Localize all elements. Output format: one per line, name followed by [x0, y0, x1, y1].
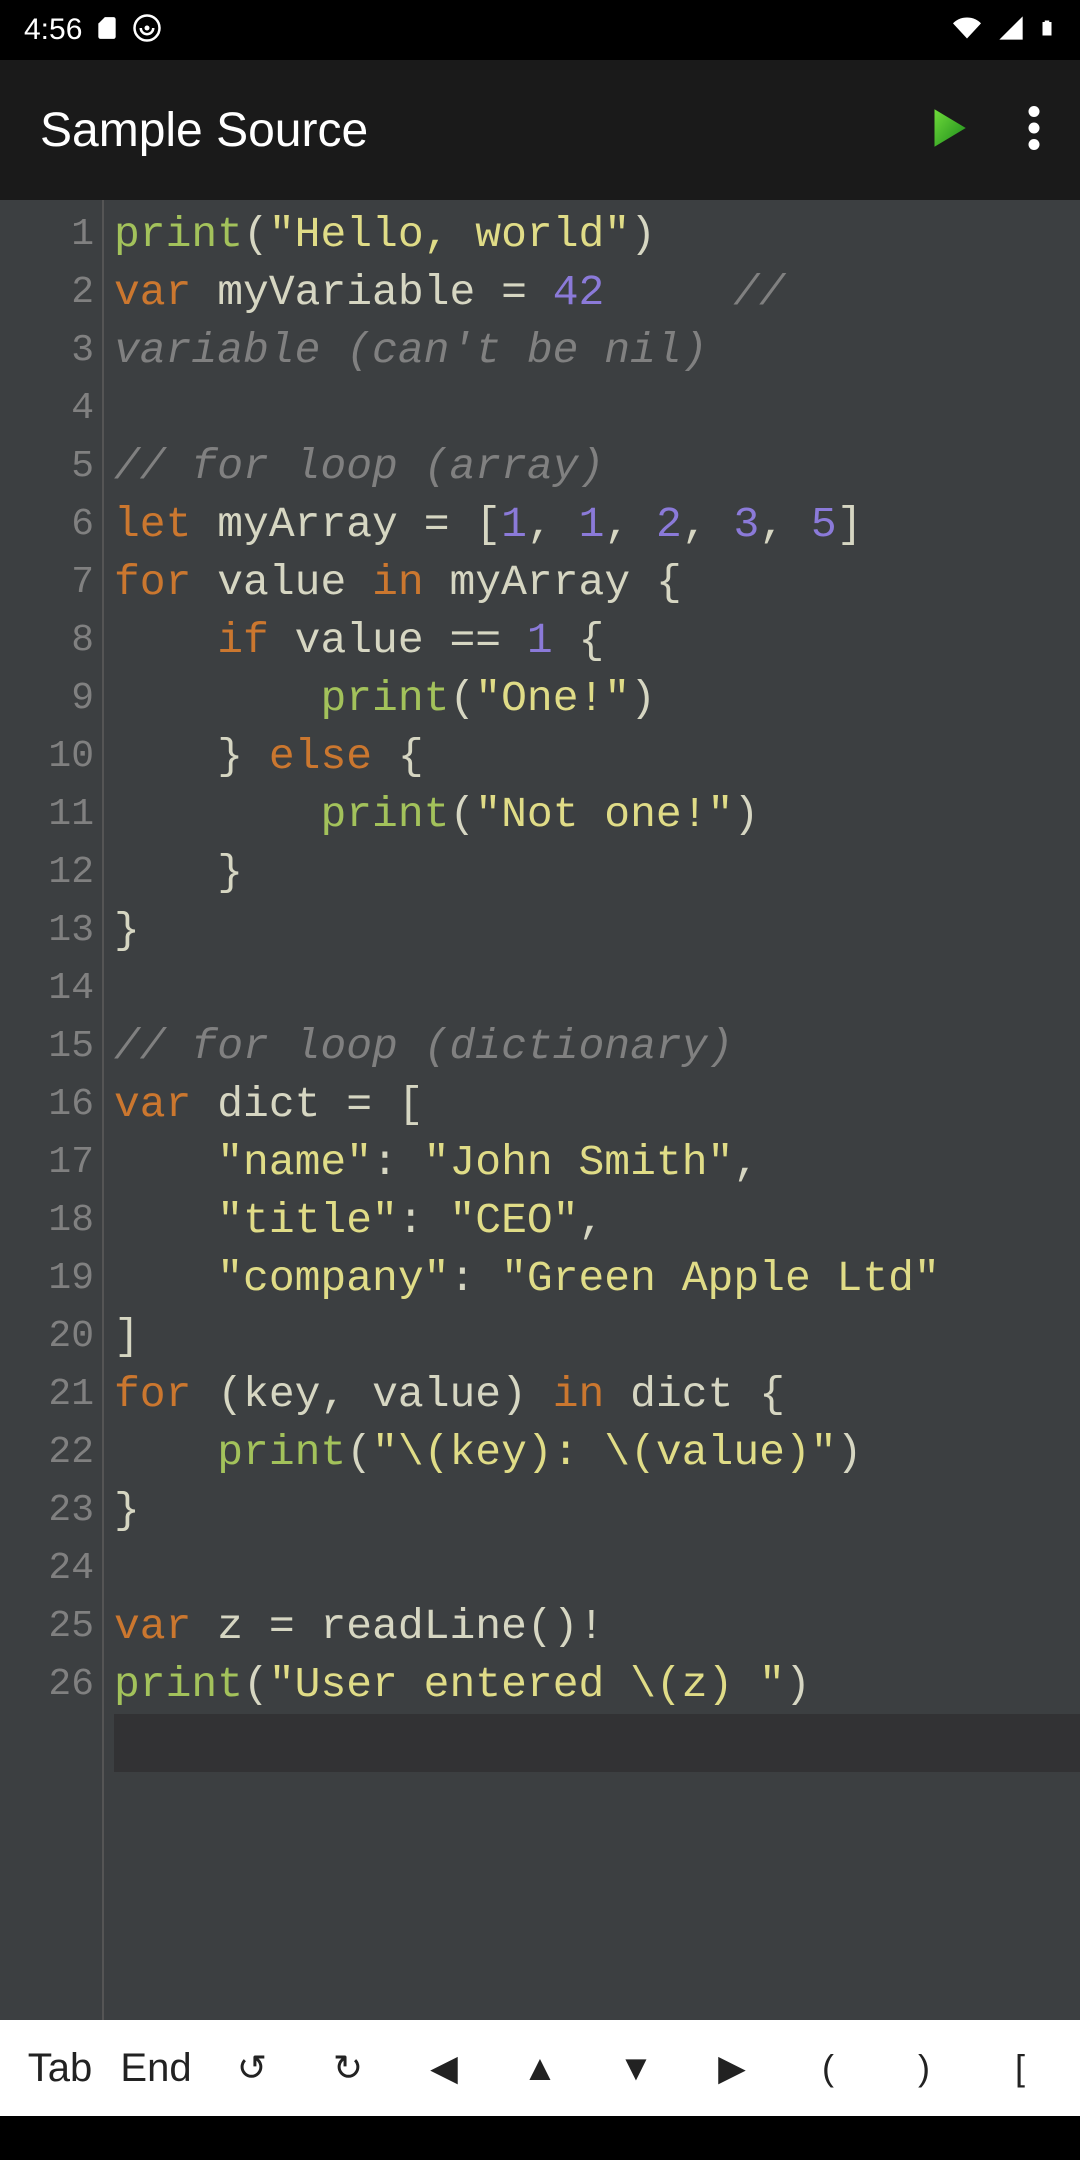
code-line[interactable]: "company": "Green Apple Ltd"	[114, 1250, 1080, 1308]
line-number: 26	[0, 1656, 94, 1714]
code-line[interactable]	[114, 960, 1080, 1018]
editor-key[interactable]: Tab	[12, 2046, 108, 2091]
line-number: 8	[0, 612, 94, 670]
line-number: 19	[0, 1250, 94, 1308]
code-line[interactable]: } else {	[114, 728, 1080, 786]
code-line[interactable]: var z = readLine()!	[114, 1598, 1080, 1656]
editor-key[interactable]: End	[108, 2046, 204, 2091]
android-nav-bar	[0, 2116, 1080, 2160]
code-line[interactable]	[114, 1540, 1080, 1598]
code-line[interactable]: variable (can't be nil)	[114, 322, 1080, 380]
code-area[interactable]: print("Hello, world")var myVariable = 42…	[104, 200, 1080, 2020]
line-number-gutter: 1234567891011121314151617181920212223242…	[0, 200, 104, 2020]
code-line[interactable]: for (key, value) in dict {	[114, 1366, 1080, 1424]
line-number: 10	[0, 728, 94, 786]
line-number: 25	[0, 1598, 94, 1656]
status-bar: 4:56	[0, 0, 1080, 60]
editor-key[interactable]: ↻	[300, 2047, 396, 2089]
line-number: 12	[0, 844, 94, 902]
editor-key[interactable]: ↺	[204, 2047, 300, 2089]
code-line[interactable]: "name": "John Smith",	[114, 1134, 1080, 1192]
code-editor[interactable]: 1234567891011121314151617181920212223242…	[0, 200, 1080, 2020]
line-number: 4	[0, 380, 94, 438]
code-line[interactable]: print("\(key): \(value)")	[114, 1424, 1080, 1482]
line-number: 11	[0, 786, 94, 844]
code-line[interactable]: }	[114, 902, 1080, 960]
line-number: 9	[0, 670, 94, 728]
code-line[interactable]: print("One!")	[114, 670, 1080, 728]
line-number: 20	[0, 1308, 94, 1366]
line-number: 23	[0, 1482, 94, 1540]
line-number: 13	[0, 902, 94, 960]
dnd-icon	[132, 13, 162, 48]
line-number: 5	[0, 438, 94, 496]
code-line[interactable]: print("Hello, world")	[114, 206, 1080, 264]
code-line[interactable]	[114, 380, 1080, 438]
line-number: 1	[0, 206, 94, 264]
editor-key[interactable]: ▲	[492, 2047, 588, 2089]
editor-key[interactable]: ▼	[588, 2047, 684, 2089]
editor-key[interactable]: (	[780, 2047, 876, 2089]
code-line[interactable]: // for loop (array)	[114, 438, 1080, 496]
code-line[interactable]: let myArray = [1, 1, 2, 3, 5]	[114, 496, 1080, 554]
editor-key[interactable]: )	[876, 2047, 972, 2089]
code-line[interactable]: ]	[114, 1308, 1080, 1366]
line-number: 7	[0, 554, 94, 612]
editor-key[interactable]: ▶	[684, 2047, 780, 2089]
status-time: 4:56	[24, 13, 82, 47]
line-number: 3	[0, 322, 94, 380]
more-options-icon[interactable]	[1028, 106, 1040, 155]
battery-icon	[1038, 13, 1056, 48]
line-number: 15	[0, 1018, 94, 1076]
line-number: 6	[0, 496, 94, 554]
code-line[interactable]: for value in myArray {	[114, 554, 1080, 612]
line-number: 17	[0, 1134, 94, 1192]
line-number: 2	[0, 264, 94, 322]
signal-icon	[996, 14, 1026, 47]
code-line[interactable]: var myVariable = 42 //	[114, 264, 1080, 322]
line-number: 22	[0, 1424, 94, 1482]
line-number: 14	[0, 960, 94, 1018]
sdcard-icon	[94, 13, 120, 48]
run-button[interactable]	[922, 103, 972, 158]
wifi-icon	[950, 14, 984, 47]
code-line[interactable]: print("User entered \(z) ")	[114, 1656, 1080, 1714]
code-line[interactable]: print("Not one!")	[114, 786, 1080, 844]
line-number: 18	[0, 1192, 94, 1250]
editor-key[interactable]: [	[972, 2047, 1068, 2089]
line-number: 21	[0, 1366, 94, 1424]
code-line[interactable]: }	[114, 1482, 1080, 1540]
code-line[interactable]: var dict = [	[114, 1076, 1080, 1134]
line-number: 24	[0, 1540, 94, 1598]
code-line[interactable]	[114, 1714, 1080, 1772]
line-number: 16	[0, 1076, 94, 1134]
editor-key-row: TabEnd↺↻◀▲▼▶()[	[0, 2020, 1080, 2116]
app-bar: Sample Source	[0, 60, 1080, 200]
code-line[interactable]: // for loop (dictionary)	[114, 1018, 1080, 1076]
app-title: Sample Source	[40, 103, 922, 158]
code-line[interactable]: }	[114, 844, 1080, 902]
code-line[interactable]: "title": "CEO",	[114, 1192, 1080, 1250]
editor-key[interactable]: ◀	[396, 2047, 492, 2089]
code-line[interactable]: if value == 1 {	[114, 612, 1080, 670]
